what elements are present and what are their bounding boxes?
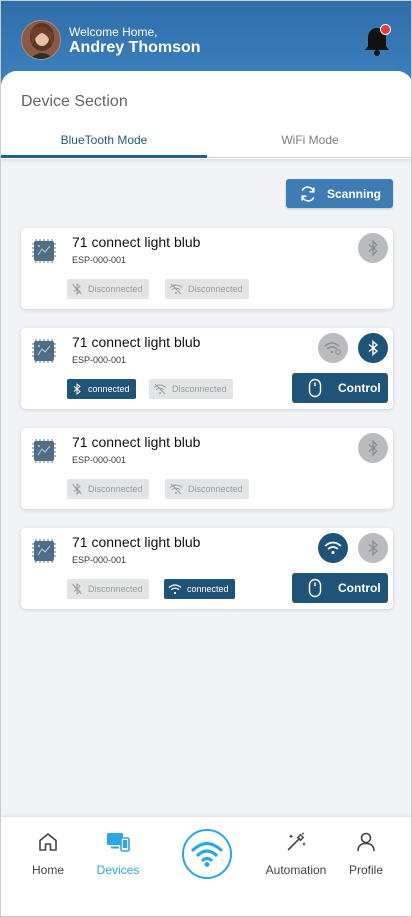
bluetooth-icon [368,340,379,356]
device-id: ESP-000-001 [72,255,127,265]
notification-dot [380,24,391,35]
chip-icon [32,339,56,363]
device-card[interactable]: 71 connect light blub ESP-000-001 Discon… [21,228,393,309]
bottom-nav: Home Devices Automation Profile [1,817,411,916]
section-header: Device Section BlueTooth Mode WiFi Mode [1,71,411,159]
bluetooth-toggle-button[interactable] [358,433,388,463]
bluetooth-off-icon [72,583,82,595]
welcome-text: Welcome Home, [69,25,158,39]
magic-wand-icon [287,832,306,851]
nav-devices-label: Devices [96,863,140,877]
device-name: 71 connect light blub [72,434,201,450]
wifi-settings-button[interactable] [318,333,348,363]
nav-profile-label: Profile [348,863,383,877]
user-icon [357,832,375,852]
mouse-icon [308,578,322,598]
bluetooth-icon [368,240,379,256]
wifi-status-text: Disconnected [172,384,227,394]
bluetooth-status-badge: Disconnected [67,579,149,599]
wifi-toggle-button[interactable] [318,533,348,563]
device-id: ESP-000-001 [72,455,127,465]
chip-icon [32,239,56,263]
user-name: Andrey Thomson [69,39,201,56]
bluetooth-status-badge: Disconnected [67,279,149,299]
bluetooth-toggle-button[interactable] [358,333,388,363]
device-card[interactable]: 71 connect light blub ESP-000-001 connec… [21,328,393,409]
tab-wifi-mode[interactable]: WiFi Mode [207,133,411,147]
wifi-fab-button[interactable] [182,829,232,879]
bluetooth-status-text: Disconnected [88,484,143,494]
chip-icon [32,539,56,563]
nav-automation-label: Automation [265,863,327,877]
bluetooth-status-badge: Disconnected [67,479,149,499]
tab-bluetooth-mode[interactable]: BlueTooth Mode [1,133,207,147]
bluetooth-icon [73,383,81,395]
bluetooth-status-text: Disconnected [88,284,143,294]
nav-devices[interactable]: Devices [78,831,158,877]
tab-divider [207,157,411,158]
wifi-icon [324,541,342,554]
section-title: Device Section [21,93,128,110]
bluetooth-status-badge: connected [67,379,136,399]
wifi-off-icon [169,283,183,295]
wifi-status-badge: Disconnected [165,479,249,499]
nav-automation[interactable]: Automation [256,831,336,877]
bluetooth-off-icon [72,283,82,295]
chip-icon [32,439,56,463]
wifi-icon [168,584,182,595]
wifi-status-badge: Disconnected [165,279,249,299]
refresh-icon [301,185,315,202]
device-name: 71 connect light blub [72,334,201,350]
device-card[interactable]: 71 connect light blub ESP-000-001 Discon… [21,428,393,509]
nav-home[interactable]: Home [8,831,88,877]
wifi-off-icon [153,383,167,395]
bluetooth-toggle-button[interactable] [358,533,388,563]
wifi-icon [191,841,223,867]
bluetooth-toggle-button[interactable] [358,233,388,263]
bluetooth-status-text: connected [88,384,130,394]
device-name: 71 connect light blub [72,234,201,250]
device-id: ESP-000-001 [72,355,127,365]
control-button[interactable]: Control [292,373,388,403]
wifi-status-badge: connected [164,579,235,599]
wifi-off-icon [169,483,183,495]
bluetooth-icon [368,440,379,456]
wifi-status-text: connected [187,584,229,594]
wifi-status-badge: Disconnected [149,379,233,399]
wifi-status-text: Disconnected [188,484,243,494]
wifi-settings-icon [324,342,342,356]
nav-home-label: Home [31,863,64,877]
device-card[interactable]: 71 connect light blub ESP-000-001 Discon… [21,528,393,609]
bluetooth-off-icon [72,483,82,495]
device-name: 71 connect light blub [72,534,201,550]
control-button[interactable]: Control [292,573,388,603]
active-tab-indicator [1,155,207,158]
avatar[interactable] [21,20,61,60]
scanning-button[interactable]: Scanning [286,179,393,208]
home-icon [39,833,57,851]
bluetooth-icon [368,540,379,556]
device-id: ESP-000-001 [72,555,127,565]
wifi-status-text: Disconnected [188,284,243,294]
mouse-icon [308,378,322,398]
scanning-label: Scanning [327,186,382,201]
nav-profile[interactable]: Profile [326,831,406,877]
bluetooth-status-text: Disconnected [88,584,143,594]
control-label: Control [338,581,381,595]
app-frame: Welcome Home, Andrey Thomson Device Sect… [0,0,412,917]
devices-icon [107,833,130,852]
control-label: Control [338,381,381,395]
